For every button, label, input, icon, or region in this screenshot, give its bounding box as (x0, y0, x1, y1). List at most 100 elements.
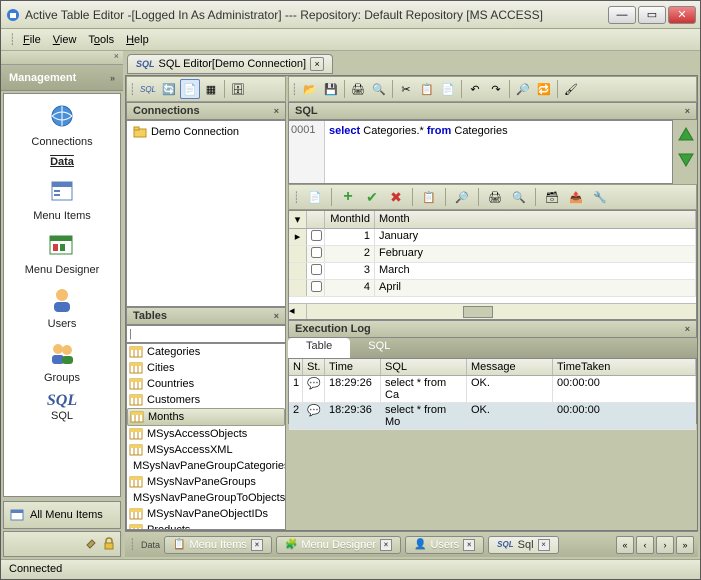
row-checkbox[interactable] (307, 229, 325, 245)
grip-icon[interactable]: ┊ (129, 83, 137, 96)
log-col-time[interactable]: Time (325, 359, 381, 375)
grid-row[interactable]: 2February (289, 246, 696, 263)
hscrollbar-thumb[interactable] (463, 306, 493, 318)
tb-tool-icon[interactable]: 🔧 (590, 187, 610, 207)
table-row[interactable]: Products (127, 522, 285, 530)
grip-icon[interactable]: ┊ (293, 191, 301, 204)
tab-close-icon[interactable]: × (538, 539, 550, 551)
menu-file[interactable]: File (17, 34, 47, 46)
table-row[interactable]: MSysNavPaneGroupToObjects (127, 490, 285, 506)
tb-newdoc-icon[interactable]: 📄 (305, 187, 325, 207)
nav-next-button[interactable]: › (656, 536, 674, 554)
grid-row[interactable]: 4April (289, 280, 696, 297)
menu-tools[interactable]: Tools (82, 34, 120, 46)
tb-find-icon[interactable]: 🔎 (513, 79, 533, 99)
sidebar-item-sql[interactable]: SQL SQL (4, 390, 120, 426)
grip-icon[interactable]: ┊ (129, 538, 137, 551)
arrow-down-icon[interactable] (677, 150, 695, 168)
table-row[interactable]: Months (127, 408, 285, 426)
maximize-button[interactable]: ▭ (638, 6, 666, 24)
bottom-tab-sql[interactable]: SQL Sql × (488, 536, 558, 554)
menu-view[interactable]: View (47, 34, 83, 46)
grid-col-monthid[interactable]: MonthId (325, 211, 375, 228)
tb-refresh-icon[interactable]: 🔄 (159, 79, 179, 99)
tb-preview2-icon[interactable]: 🔍 (509, 187, 529, 207)
tb-add-icon[interactable]: + (338, 187, 358, 207)
sidebar-item-menuitems[interactable]: Menu Items (4, 174, 120, 226)
bottom-tab-users[interactable]: 👤 Users × (405, 536, 484, 554)
row-indicator[interactable] (289, 280, 307, 296)
tab-close-icon[interactable]: × (380, 539, 392, 551)
tb-doc-icon[interactable]: 📄 (180, 79, 200, 99)
log-col-msg[interactable]: Message (467, 359, 553, 375)
row-indicator[interactable] (289, 246, 307, 262)
minimize-button[interactable]: — (608, 6, 636, 24)
row-checkbox[interactable] (307, 263, 325, 279)
tb-export-icon[interactable]: 📤 (566, 187, 586, 207)
table-row[interactable]: MSysNavPaneGroupCategories (127, 458, 285, 474)
tb-cut-icon[interactable]: ✂ (396, 79, 416, 99)
tab-close-icon[interactable]: × (463, 539, 475, 551)
nav-first-button[interactable]: « (616, 536, 634, 554)
tb-delete-icon[interactable]: ✖ (386, 187, 406, 207)
grid-col-month[interactable]: Month (375, 211, 696, 228)
tb-grid-icon[interactable]: ▦ (201, 79, 221, 99)
log-col-sql[interactable]: SQL (381, 359, 467, 375)
table-row[interactable]: Countries (127, 376, 285, 392)
tb-format-icon[interactable]: 🖌 (561, 79, 581, 99)
grid-row[interactable]: 3March (289, 263, 696, 280)
arrow-up-icon[interactable] (677, 126, 695, 144)
tb-save-icon[interactable]: 💾 (321, 79, 341, 99)
tb-open-icon[interactable]: 📂 (300, 79, 320, 99)
tb-db-icon[interactable]: 🗃 (542, 187, 562, 207)
log-col-st[interactable]: St. (303, 359, 325, 375)
row-indicator[interactable] (289, 263, 307, 279)
tb-copy-icon[interactable]: 📋 (417, 79, 437, 99)
tb-undo-icon[interactable]: ↶ (465, 79, 485, 99)
sidebar-footer-all-menu[interactable]: All Menu Items (3, 501, 121, 529)
sql-code[interactable]: select Categories.* from Categories (325, 121, 672, 183)
table-filter-input[interactable] (126, 325, 286, 343)
connection-item[interactable]: Demo Connection (129, 123, 283, 141)
tb-redo-icon[interactable]: ↷ (486, 79, 506, 99)
sidebar-item-groups[interactable]: Groups (4, 336, 120, 388)
tb-preview-icon[interactable]: 🔍 (369, 79, 389, 99)
row-checkbox[interactable] (307, 246, 325, 262)
doc-tab-sql-editor[interactable]: SQL SQL Editor[Demo Connection] × (127, 54, 333, 74)
pane-pin-icon[interactable]: × (685, 106, 690, 116)
exec-log-grid[interactable]: N St. Time SQL Message TimeTaken 1💬18:29… (288, 358, 697, 424)
grid-row[interactable]: ▸1January (289, 229, 696, 246)
grid-corner[interactable]: ▾ (289, 211, 307, 228)
table-row[interactable]: Categories (127, 344, 285, 360)
close-button[interactable]: ✕ (668, 6, 696, 24)
log-row[interactable]: 1💬18:29:26select * from CaOK.00:00:00 (289, 376, 696, 403)
pane-pin-icon[interactable]: × (274, 311, 279, 321)
grip-icon[interactable]: ┊ (291, 83, 299, 96)
sidebar-item-users[interactable]: Users (4, 282, 120, 334)
pane-pin-icon[interactable]: × (685, 324, 690, 334)
tb-find2-icon[interactable]: 🔎 (452, 187, 472, 207)
menu-help[interactable]: Help (120, 34, 155, 46)
row-checkbox[interactable] (307, 280, 325, 296)
lock-icon[interactable] (102, 537, 116, 551)
sidebar-item-menudesigner[interactable]: Menu Designer (4, 228, 120, 280)
nav-last-button[interactable]: » (676, 536, 694, 554)
tb-replace-icon[interactable]: 🔁 (534, 79, 554, 99)
row-selector[interactable]: ◂ (289, 304, 307, 319)
sidebar-item-connections[interactable]: Connections (4, 100, 120, 152)
bottom-tab-menudesigner[interactable]: 🧩 Menu Designer × (276, 536, 401, 554)
wrench-icon[interactable] (84, 537, 98, 551)
nav-prev-button[interactable]: ‹ (636, 536, 654, 554)
exec-tab-sql[interactable]: SQL (350, 338, 408, 358)
tab-close-button[interactable]: × (310, 57, 324, 71)
table-row[interactable]: MSysNavPaneObjectIDs (127, 506, 285, 522)
table-row[interactable]: Cities (127, 360, 285, 376)
tb-copyrow-icon[interactable]: 📋 (419, 187, 439, 207)
table-row[interactable]: MSysAccessObjects (127, 426, 285, 442)
sql-editor[interactable]: 0001 select Categories.* from Categories (288, 120, 673, 184)
bottom-tab-menuitems[interactable]: 📋 Menu Items × (164, 536, 272, 554)
log-col-n[interactable]: N (289, 359, 303, 375)
row-indicator[interactable]: ▸ (289, 229, 307, 245)
tb-print-icon[interactable]: 🖨 (348, 79, 368, 99)
tb-print2-icon[interactable]: 🖨 (485, 187, 505, 207)
